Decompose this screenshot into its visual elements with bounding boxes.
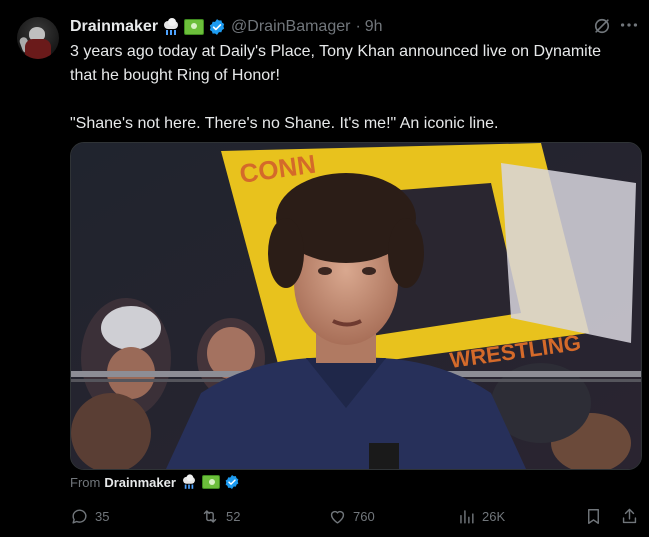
verified-icon <box>209 19 225 35</box>
separator-dot: · <box>355 18 361 35</box>
money-icon <box>201 475 220 489</box>
bookmark-button[interactable] <box>584 505 609 527</box>
tweet-text: 3 years ago today at Daily's Place, Tony… <box>70 43 602 132</box>
like-button[interactable]: 760 <box>328 505 375 527</box>
avatar-figure-body <box>25 39 51 59</box>
action-bar: 35 52 760 26K <box>70 505 642 527</box>
author-handle[interactable]: @DrainBamager <box>231 18 350 36</box>
tweet-header: Drainmaker @DrainBamager · 9h <box>70 16 383 38</box>
timestamp[interactable]: 9h <box>365 18 383 36</box>
reply-button[interactable]: 35 <box>70 505 109 527</box>
white-sign <box>501 163 636 343</box>
avatar[interactable] <box>17 17 59 59</box>
heart-icon <box>330 510 345 524</box>
views-button[interactable]: 26K <box>457 505 505 527</box>
bookmark-icon <box>588 508 599 524</box>
share-button[interactable] <box>620 505 645 527</box>
repost-button[interactable]: 52 <box>200 505 240 527</box>
from-attribution: From Drainmaker <box>70 472 240 492</box>
view-count: 26K <box>482 508 506 524</box>
like-count: 760 <box>353 508 375 524</box>
more-options-icon[interactable] <box>618 14 640 36</box>
author-name[interactable]: Drainmaker <box>70 18 158 36</box>
from-prefix: From <box>70 474 101 490</box>
share-icon <box>622 508 637 523</box>
tweet-media[interactable]: CONN WRESTLING <box>70 142 642 470</box>
from-author-name[interactable]: Drainmaker <box>104 475 176 490</box>
verified-icon <box>225 475 239 489</box>
grok-icon[interactable] <box>592 16 612 36</box>
reply-count: 35 <box>95 508 110 524</box>
reply-icon <box>72 509 87 524</box>
repost-icon <box>203 509 217 523</box>
repost-count: 52 <box>226 508 241 524</box>
cloud-with-rain-icon <box>181 474 196 489</box>
cloud-with-rain-icon <box>162 18 180 36</box>
views-chart-icon <box>460 509 474 524</box>
media-image: CONN WRESTLING <box>71 143 641 469</box>
money-icon <box>184 19 205 35</box>
